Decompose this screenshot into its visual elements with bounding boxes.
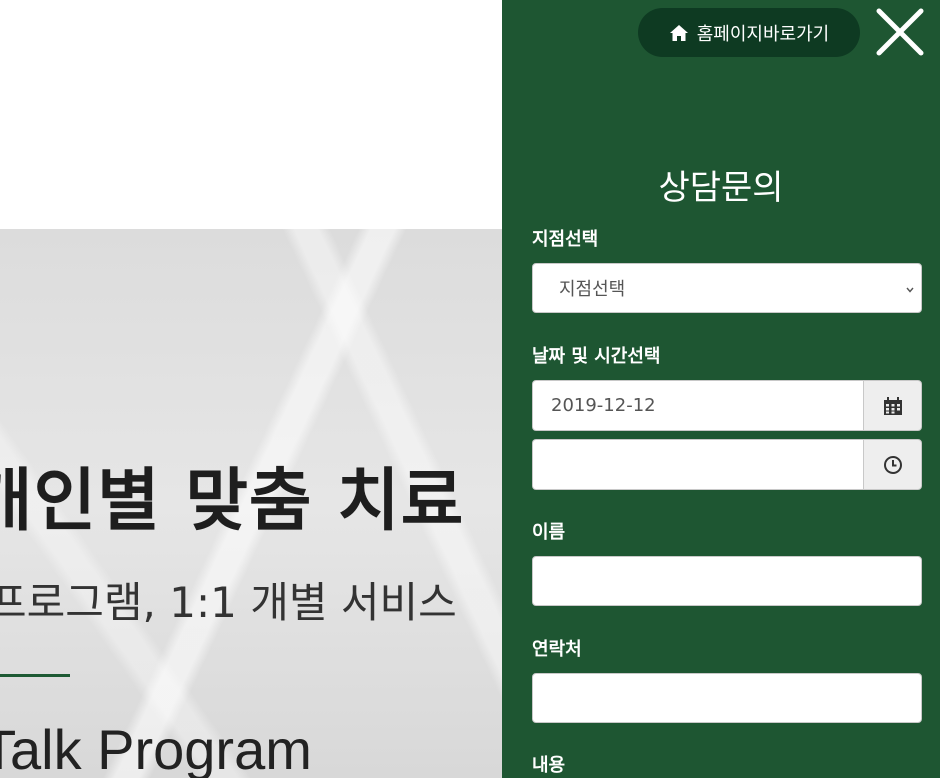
clock-icon[interactable] [863,439,922,490]
hero-divider [0,674,70,677]
hero-subtitle: 프로그램, 1:1 개별 서비스 [0,578,457,627]
hero-program-title: Talk Program [0,718,312,778]
name-input[interactable] [532,556,922,606]
home-shortcut-label: 홈페이지바로가기 [696,23,830,45]
close-icon[interactable] [874,6,926,58]
home-shortcut-button[interactable]: 홈페이지바로가기 [638,8,860,57]
time-input[interactable] [532,439,863,490]
branch-select[interactable]: 지점선택 [532,263,922,313]
branch-select-value: 지점선택 [559,279,626,300]
message-label: 내용 [532,755,566,776]
date-input[interactable]: 2019-12-12 [532,380,863,431]
date-input-group: 2019-12-12 [532,380,922,431]
calendar-icon[interactable] [863,380,922,431]
time-input-group [532,439,922,490]
hero-title: 개인별 맞춤 치료 [0,462,465,541]
datetime-label: 날짜 및 시간선택 [532,346,661,367]
chevron-down-icon [905,281,915,295]
branch-label: 지점선택 [532,229,599,250]
home-icon [669,24,689,42]
panel-title: 상담문의 [658,168,784,208]
name-label: 이름 [532,522,566,543]
consultation-panel: 홈페이지바로가기 상담문의 지점선택 지점선택 날짜 및 시간선택 2019-1… [502,0,940,778]
contact-input[interactable] [532,673,922,723]
contact-label: 연락처 [532,639,582,660]
